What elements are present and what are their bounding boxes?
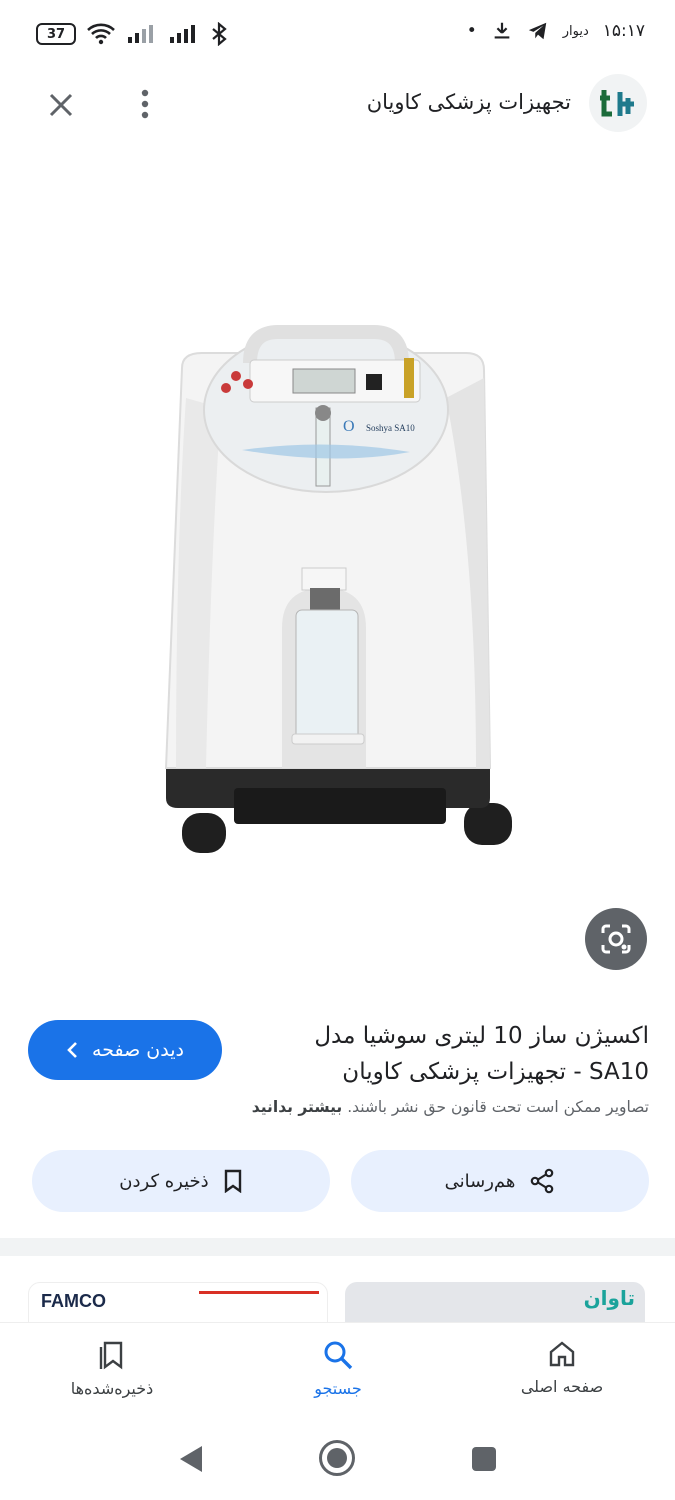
section-divider <box>0 1238 675 1256</box>
save-label: ذخیره کردن <box>119 1170 209 1192</box>
home-icon <box>549 1341 575 1367</box>
nav-home-label: صفحه اصلی <box>520 1377 604 1396</box>
site-logo[interactable] <box>589 74 647 132</box>
recent-apps-icon[interactable] <box>472 1447 496 1471</box>
bookmark-icon <box>224 1169 241 1193</box>
carrier-label: دیوار <box>562 23 589 39</box>
related-image-right[interactable]: تاوان <box>345 1282 645 1326</box>
site-title[interactable]: تجهیزات پزشکی کاویان <box>367 90 571 114</box>
copyright-notice: تصاویر ممکن است تحت قانون حق نشر باشند. … <box>252 1098 649 1116</box>
bottom-navigation: صفحه اصلی جستجو ذخیره‌شده‌ها <box>0 1322 675 1418</box>
chevron-right-icon <box>67 1042 77 1058</box>
nav-home[interactable]: صفحه اصلی <box>482 1339 642 1396</box>
search-icon <box>324 1341 353 1370</box>
nav-saved[interactable]: ذخیره‌شده‌ها <box>32 1339 192 1398</box>
red-line <box>199 1291 319 1294</box>
svg-text:O: O <box>343 418 355 435</box>
share-icon <box>531 1168 554 1194</box>
signal-icon <box>128 25 153 43</box>
visit-page-button[interactable]: دیدن صفحه <box>28 1020 222 1080</box>
related-left-brand: FAMCO <box>41 1291 106 1311</box>
home-button-icon[interactable] <box>319 1440 355 1476</box>
battery-level: 37 <box>46 26 66 42</box>
lens-search-button[interactable] <box>585 908 647 970</box>
nav-search[interactable]: جستجو <box>258 1339 418 1398</box>
back-icon[interactable] <box>178 1444 204 1474</box>
save-button[interactable]: ذخیره کردن <box>32 1150 330 1212</box>
download-icon <box>494 22 510 39</box>
nav-saved-label: ذخیره‌شده‌ها <box>70 1379 154 1398</box>
visit-page-label: دیدن صفحه <box>92 1039 184 1061</box>
copyright-text: تصاویر ممکن است تحت قانون حق نشر باشند. <box>347 1098 649 1116</box>
viewer-header: تجهیزات پزشکی کاویان <box>0 68 675 146</box>
share-label: هم‌رسانی <box>444 1170 516 1192</box>
share-button[interactable]: هم‌رسانی <box>351 1150 649 1212</box>
related-images: FAMCO تاوان <box>0 1256 675 1326</box>
result-title[interactable]: اکسیژن ساز 10 لیتری سوشیا مدل SA10 - تجه… <box>279 1018 649 1090</box>
telegram-icon <box>528 22 546 40</box>
nav-search-label: جستجو <box>314 1379 362 1398</box>
lens-icon <box>601 924 631 954</box>
saved-collections-icon <box>99 1341 123 1370</box>
product-image[interactable]: Soshya SA10 O <box>6 148 670 998</box>
status-bar: • دیوار ۱۵:۱۷ 37 <box>0 0 675 68</box>
status-left: 37 <box>36 22 228 46</box>
related-right-brand: تاوان <box>583 1286 635 1310</box>
status-right: • دیوار ۱۵:۱۷ <box>467 20 645 42</box>
more-options-icon[interactable] <box>130 86 160 122</box>
bluetooth-icon <box>212 22 227 46</box>
system-navigation <box>0 1418 675 1500</box>
result-info: دیدن صفحه اکسیژن ساز 10 لیتری سوشیا مدل … <box>0 998 675 1238</box>
learn-more-link[interactable]: بیشتر بدانید <box>252 1098 342 1116</box>
signal-icon-2 <box>170 25 195 43</box>
oxygen-concentrator-image: Soshya SA10 O <box>164 325 512 853</box>
wifi-icon <box>87 23 115 45</box>
clock: ۱۵:۱۷ <box>602 21 645 41</box>
home-button-dot <box>327 1448 347 1468</box>
close-icon[interactable] <box>44 88 78 122</box>
brand-label: Soshya SA10 <box>366 423 415 433</box>
site-logo-icon <box>600 90 634 117</box>
battery-icon: 37 <box>36 23 76 45</box>
status-dot: • <box>466 21 477 41</box>
related-image-left[interactable]: FAMCO <box>28 1282 328 1326</box>
